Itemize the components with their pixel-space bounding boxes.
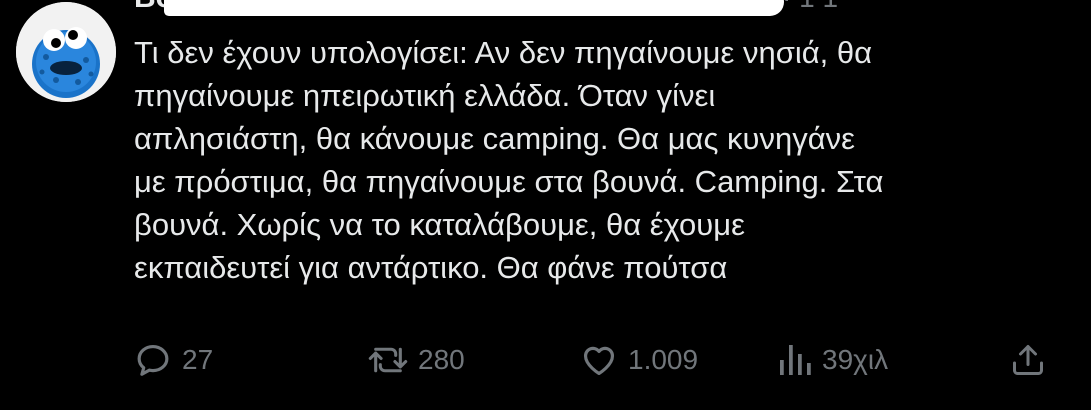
retweet-button[interactable]: 280	[368, 335, 465, 385]
views-button[interactable]: 39χιλ	[778, 335, 888, 385]
retweet-icon	[368, 347, 408, 373]
like-count: 1.009	[628, 344, 699, 375]
avatar-image	[16, 2, 116, 102]
views-count: 39χιλ	[822, 344, 889, 375]
views-icon	[780, 345, 811, 375]
heart-icon	[583, 346, 615, 376]
tweet-header: Bo · 1 1	[134, 0, 1064, 18]
reply-icon	[137, 344, 169, 376]
share-button[interactable]	[1010, 335, 1046, 385]
avatar[interactable]	[16, 2, 116, 102]
tweet: Bo · 1 1 Τι δεν έχουν υπολογίσει: Αν δεν…	[0, 0, 1091, 410]
reply-button[interactable]: 27	[134, 335, 213, 385]
reply-count: 27	[182, 344, 214, 375]
action-bar: 27 280 1.009 39χιλ	[0, 335, 1091, 385]
retweet-count: 280	[418, 344, 465, 375]
like-button[interactable]: 1.009	[580, 335, 698, 385]
more-icon[interactable]	[1015, 0, 1055, 8]
author-handle[interactable]: · 1 1	[782, 0, 838, 18]
redaction-mark	[164, 0, 784, 16]
tweet-text: Τι δεν έχουν υπολογίσει: Αν δεν πηγαίνου…	[134, 35, 884, 285]
share-icon	[1013, 345, 1043, 375]
